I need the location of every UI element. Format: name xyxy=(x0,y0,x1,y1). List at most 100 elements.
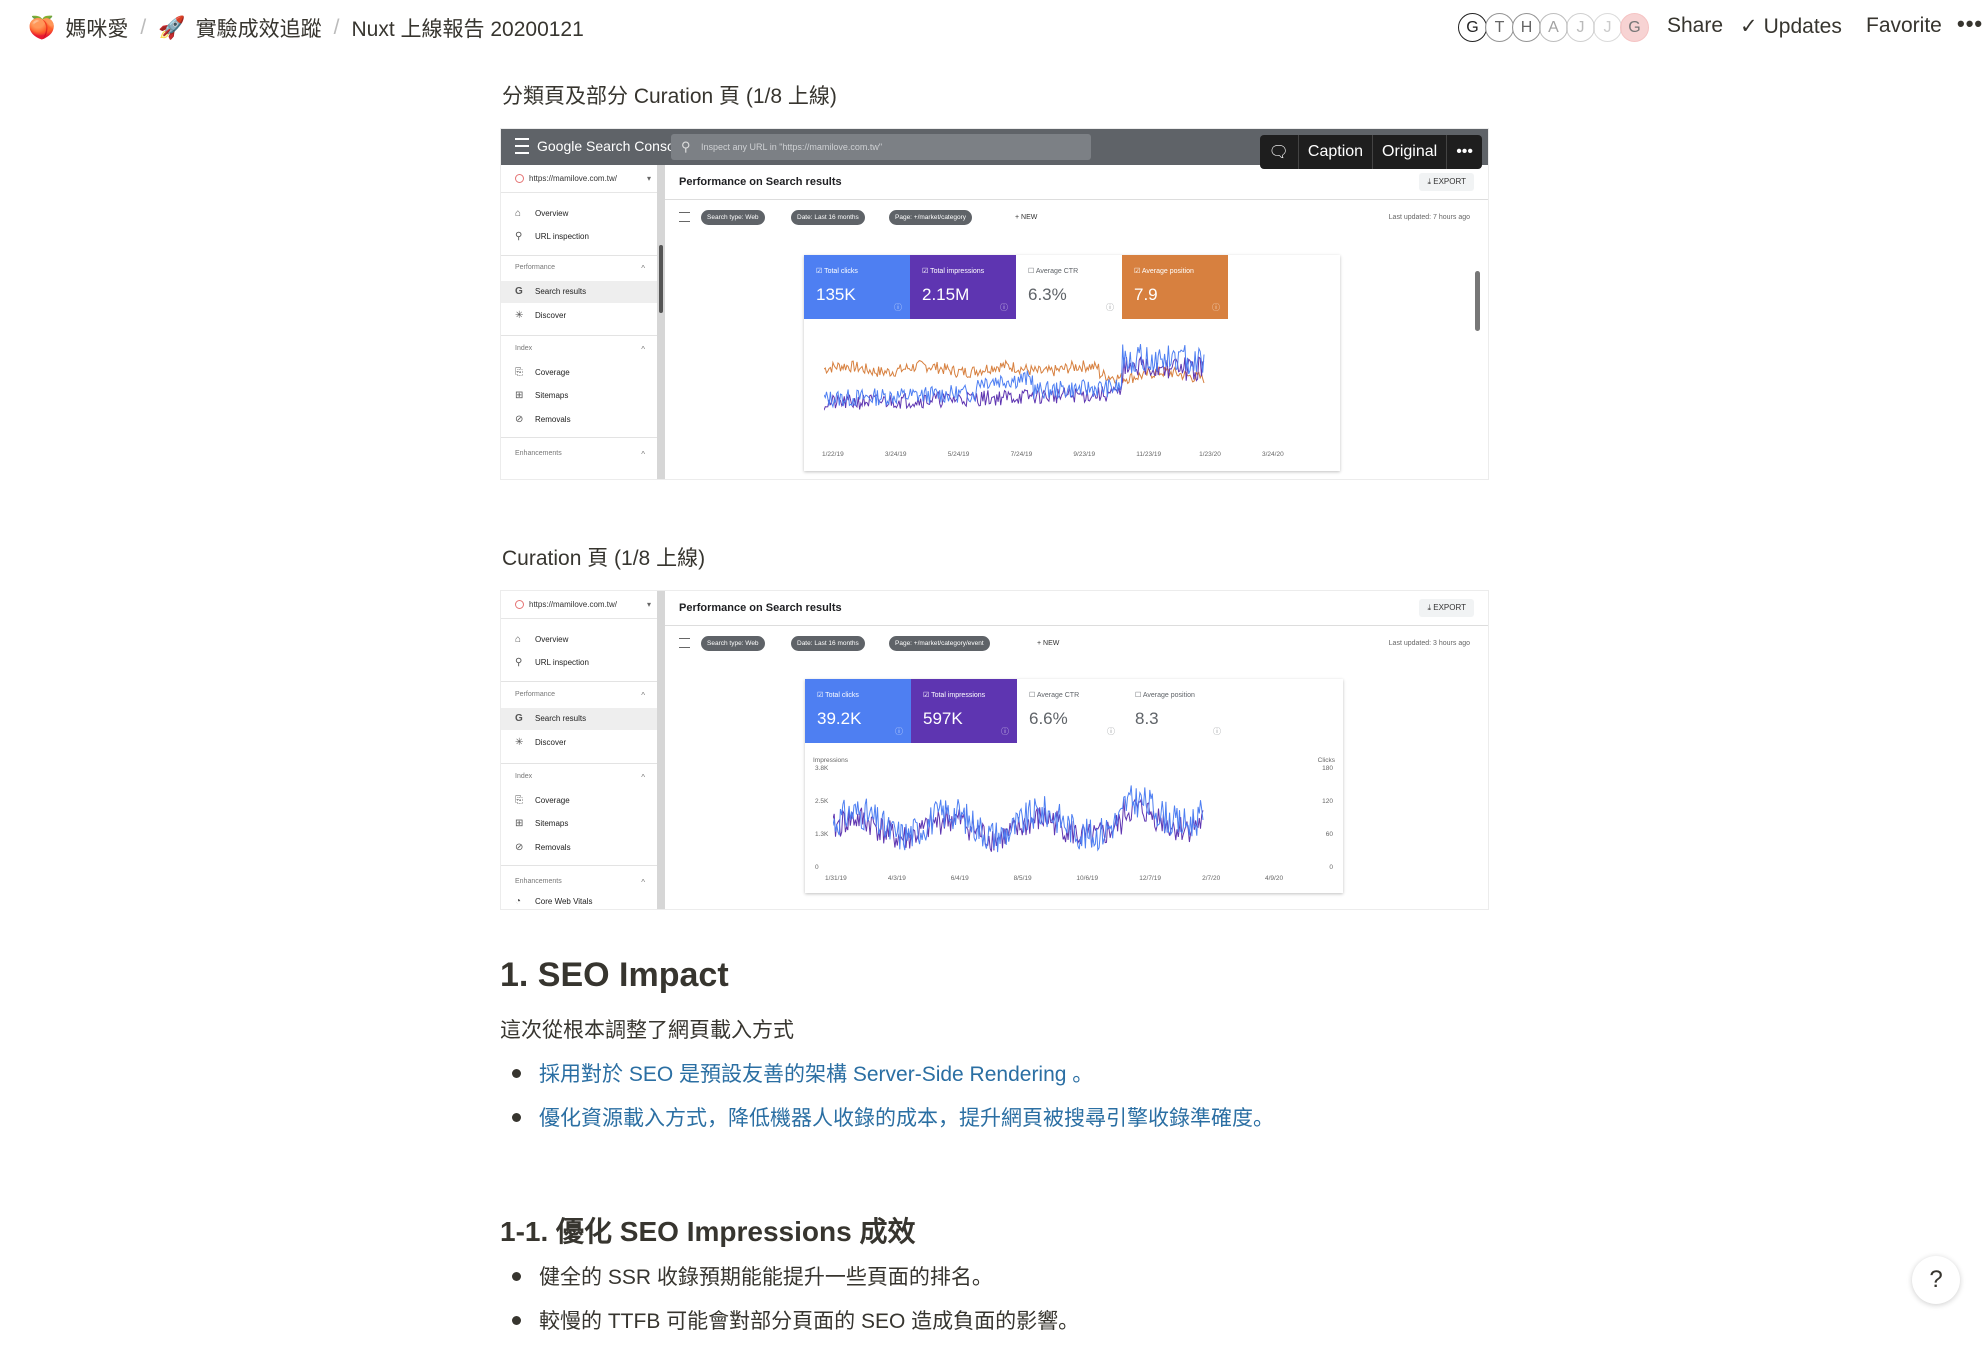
x-tick-label: 7/24/19 xyxy=(1010,451,1033,458)
page-title: Performance on Search results ⤓ EXPORT xyxy=(665,591,1488,626)
bullet-dot xyxy=(512,1315,521,1325)
bullet-item[interactable]: 健全的 SSR 收錄預期能能提升一些頁面的排名。 xyxy=(512,1261,993,1291)
breadcrumb-item-experiments[interactable]: 🚀 實驗成效追蹤 xyxy=(154,13,325,43)
image-caption: 分類頁及部分 Curation 頁 (1/8 上線) xyxy=(502,85,837,108)
property-selector: https://mamilove.com.tw/ xyxy=(501,591,657,619)
y-right-tick: 0 xyxy=(1329,864,1333,871)
original-button[interactable]: Original xyxy=(1373,135,1448,169)
help-icon: ⓘ xyxy=(894,303,902,312)
top-bar: 🍑 媽咪愛 / 🚀 實驗成效追蹤 / Nuxt 上線報告 20200121 G … xyxy=(0,0,1986,56)
more-icon[interactable]: ••• xyxy=(1447,135,1482,169)
avatar[interactable]: A xyxy=(1539,13,1568,42)
nav-removals: ⊘ Removals xyxy=(501,409,657,431)
metric-value: 597K xyxy=(923,709,963,728)
more-options-icon[interactable]: ••• xyxy=(1957,11,1983,37)
x-tick-label: 12/7/19 xyxy=(1139,875,1161,882)
section-heading: 1. SEO Impact xyxy=(500,956,729,994)
trend-chart xyxy=(833,785,1204,853)
avatar[interactable]: T xyxy=(1485,13,1514,42)
metric-average-ctr: ☐ Average CTR 6.3% ⓘ xyxy=(1016,255,1122,319)
filter-chip: Date: Last 16 months xyxy=(791,636,865,651)
bullet-text: 較慢的 TTFB 可能會對部分頁面的 SEO 造成負面的影響。 xyxy=(539,1310,1080,1333)
filter-bar: Search type: Web Date: Last 16 months Pa… xyxy=(665,627,1488,661)
divider xyxy=(501,255,657,256)
impressions-series xyxy=(833,797,1204,852)
last-updated: Last updated: 7 hours ago xyxy=(1388,214,1470,221)
bullet-item[interactable]: 採用對於 SEO 是預設友善的架構 Server-Side Rendering … xyxy=(512,1058,1093,1088)
nav-section-enhancements: Enhancements xyxy=(501,450,657,459)
caption-button[interactable]: Caption xyxy=(1299,135,1374,169)
help-icon: ⓘ xyxy=(1107,727,1115,736)
bullet-dot xyxy=(512,1068,521,1078)
screenshot-image-2[interactable]: https://mamilove.com.tw/ ⌂Overview ⚲URL … xyxy=(500,590,1489,910)
x-tick-label: 8/5/19 xyxy=(1013,875,1032,882)
updates-button[interactable]: ✓ Updates xyxy=(1740,14,1842,39)
sitemap-icon: ⊞ xyxy=(515,818,524,829)
export-button: ⤓ EXPORT xyxy=(1419,173,1474,191)
nav-discover: ✳ Discover xyxy=(501,732,657,754)
nav-section-index: Index xyxy=(501,345,657,354)
x-tick-label: 3/24/19 xyxy=(884,451,907,458)
avatar[interactable]: H xyxy=(1512,13,1541,42)
breadcrumb-separator: / xyxy=(140,16,147,39)
last-updated: Last updated: 3 hours ago xyxy=(1388,640,1470,647)
home-icon: ⌂ xyxy=(515,208,522,219)
bullet-text: 優化資源載入方式，降低機器人收錄的成本，提升網頁被搜尋引擎收錄準確度。 xyxy=(539,1107,1274,1130)
breadcrumb-item-mamilove[interactable]: 🍑 媽咪愛 xyxy=(24,13,132,43)
divider xyxy=(501,437,657,438)
page-title: Performance on Search results ⤓ EXPORT xyxy=(665,165,1488,200)
metric-total-clicks: ☑ Total clicks 135K ⓘ xyxy=(804,255,910,319)
clicks-series xyxy=(833,785,1204,853)
breadcrumb-label: 實驗成效追蹤 xyxy=(195,18,322,41)
asterisk-icon: ✳ xyxy=(515,310,524,321)
divider xyxy=(501,681,657,682)
collaborator-avatars[interactable]: G T H A J J G xyxy=(1458,13,1649,42)
image-caption: Curation 頁 (1/8 上線) xyxy=(502,547,706,570)
metric-label: ☐ Average CTR xyxy=(1028,268,1079,275)
share-button[interactable]: Share xyxy=(1667,14,1723,38)
help-button[interactable]: ? xyxy=(1912,1256,1960,1304)
screenshot-image-1[interactable]: Google Search Console Inspect any URL in… xyxy=(500,128,1489,480)
performance-card: ☑ Total clicks 39.2K ⓘ ☑ Total impressio… xyxy=(805,679,1343,893)
metric-total-clicks: ☑ Total clicks 39.2K ⓘ xyxy=(805,679,911,743)
rocket-icon: 🚀 xyxy=(158,15,186,40)
gsc-sidebar: https://mamilove.com.tw/ ⌂Overview ⚲URL … xyxy=(501,165,658,479)
x-tick-label: 11/23/19 xyxy=(1136,451,1162,458)
help-icon: ⓘ xyxy=(895,727,903,736)
gsc-sidebar: https://mamilove.com.tw/ ⌂Overview ⚲URL … xyxy=(501,591,658,909)
metric-total-impressions: ☑ Total impressions 2.15M ⓘ xyxy=(910,255,1016,319)
avatar[interactable]: G xyxy=(1458,13,1487,42)
sitemap-icon: ⊞ xyxy=(515,390,524,401)
metric-label: ☑ Average position xyxy=(1134,268,1194,275)
breadcrumb-item-current-page[interactable]: Nuxt 上線報告 20200121 xyxy=(348,13,588,43)
x-tick-label: 6/4/19 xyxy=(950,875,969,882)
favorite-button[interactable]: Favorite xyxy=(1866,14,1942,38)
bullet-text: 健全的 SSR 收錄預期能能提升一些頁面的排名。 xyxy=(539,1266,993,1289)
y-axis-right-label: Clicks xyxy=(1317,757,1335,764)
filter-chip: Search type: Web xyxy=(701,636,765,651)
avatar[interactable]: J xyxy=(1566,13,1595,42)
bullet-item[interactable]: 較慢的 TTFB 可能會對部分頁面的 SEO 造成負面的影響。 xyxy=(512,1305,1079,1335)
avatar[interactable]: J xyxy=(1593,13,1622,42)
google-g-icon: G xyxy=(515,286,523,297)
metric-value: 2.15M xyxy=(922,285,970,304)
x-tick-label: 4/9/20 xyxy=(1265,875,1284,882)
metric-value: 135K xyxy=(816,285,856,304)
comment-icon[interactable]: 🗨 xyxy=(1260,135,1299,169)
metric-average-position: ☐ Average position 8.3 ⓘ xyxy=(1123,679,1229,743)
avatar[interactable]: G xyxy=(1620,13,1649,42)
google-g-icon: G xyxy=(515,713,523,724)
y-axis-left-label: Impressions xyxy=(813,757,849,764)
nav-section-performance: Performance xyxy=(501,264,657,273)
nav-url-inspection: ⚲ URL inspection xyxy=(501,652,657,674)
x-tick-label: 5/24/19 xyxy=(947,451,970,458)
check-icon: ✓ xyxy=(1740,15,1758,38)
filter-chip: Date: Last 16 months xyxy=(791,210,865,225)
metric-label: ☑ Total impressions xyxy=(922,268,985,275)
y-right-tick: 180 xyxy=(1322,765,1333,772)
sidebar-scrollbar xyxy=(657,165,665,479)
search-icon: ⚲ xyxy=(515,657,523,668)
breadcrumb-label: Nuxt 上線報告 20200121 xyxy=(351,18,584,41)
sidebar-scrollbar xyxy=(657,591,665,909)
bullet-item[interactable]: 優化資源載入方式，降低機器人收錄的成本，提升網頁被搜尋引擎收錄準確度。 xyxy=(512,1102,1274,1132)
